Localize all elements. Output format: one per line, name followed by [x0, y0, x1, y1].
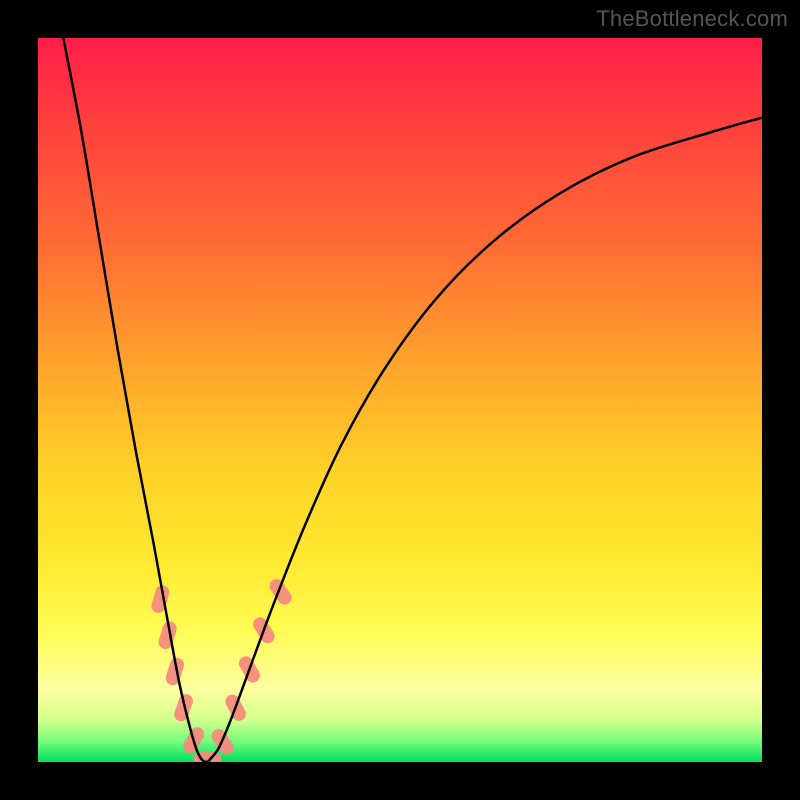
plot-area	[38, 38, 762, 762]
outer-frame: TheBottleneck.com	[0, 0, 800, 800]
dash-marker	[267, 576, 295, 607]
dash-marker	[150, 584, 171, 615]
watermark-text: TheBottleneck.com	[596, 6, 788, 32]
bottleneck-curve	[63, 38, 762, 762]
curve-svg	[38, 38, 762, 762]
